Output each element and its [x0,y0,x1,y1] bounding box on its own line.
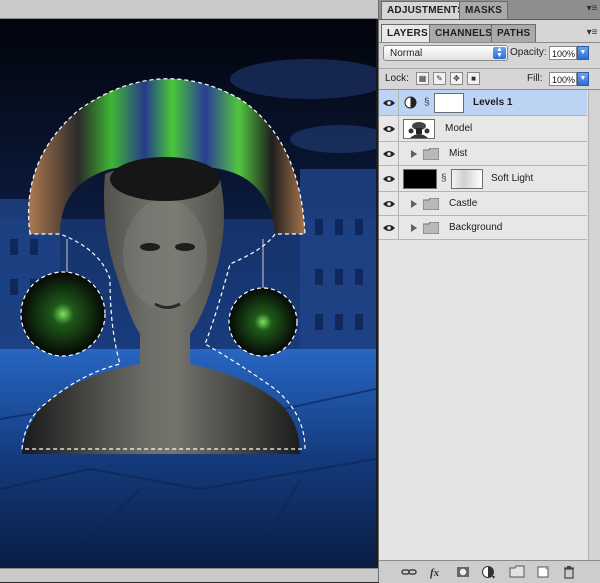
layers-menu-icon[interactable]: ▾≡ [586,27,598,39]
visibility-toggle[interactable] [379,192,399,215]
artwork-svg [0,19,376,569]
fill-input[interactable]: 100% [549,72,577,86]
eye-icon [382,125,395,132]
new-layer-icon[interactable] [535,564,551,580]
visibility-toggle[interactable] [379,142,399,165]
layer-row-castle[interactable]: Castle [379,192,587,216]
layers-scrollbar[interactable] [588,90,600,560]
panel-top-tabs: ADJUSTMENTS MASKS ▾≡ [379,0,600,20]
tab-masks[interactable]: MASKS [459,1,509,19]
opacity-dropdown-icon[interactable]: ▼ [577,46,589,60]
tab-channels[interactable]: CHANNELS [429,24,499,42]
layer-name: Mist [449,148,468,159]
layer-row-levels-1[interactable]: § Levels 1 [379,90,587,116]
canvas-top-bar [0,0,378,19]
lock-pixels-icon[interactable]: ✎ [433,72,446,85]
expand-triangle-icon[interactable] [411,200,417,208]
layer-thumbnail[interactable] [403,119,435,139]
layer-mask-thumbnail[interactable] [451,169,483,189]
fill-label: Fill: [527,73,543,84]
levels-adjustment-icon [404,96,417,109]
lock-label: Lock: [385,73,409,84]
folder-icon [423,198,439,210]
document-canvas[interactable] [0,0,378,582]
layer-mask-thumbnail[interactable] [434,93,464,113]
select-arrows-icon: ▲ ▼ [493,46,506,59]
lock-row: Lock: ▦ ✎ ✥ ■ Fill: 100% ▼ [379,68,600,89]
layer-name: Castle [449,198,478,209]
mask-icon[interactable] [455,564,471,580]
eye-icon [382,224,395,231]
blend-mode-value: Normal [390,48,423,59]
svg-text:fx: fx [430,567,440,579]
lock-all-icon[interactable]: ■ [467,72,480,85]
layer-name: Model [445,123,473,134]
eye-icon [382,150,395,157]
layer-thumbnail[interactable] [403,169,437,189]
trash-icon[interactable] [561,564,577,580]
link-icon[interactable] [401,564,417,580]
layer-name: Soft Light [491,173,534,184]
layers-panel: ADJUSTMENTS MASKS ▾≡ LAYERS CHANNELS PAT… [378,0,600,583]
folder-icon [423,148,439,160]
tab-paths[interactable]: PATHS [491,24,537,42]
expand-triangle-icon[interactable] [411,150,417,158]
visibility-toggle[interactable] [379,216,399,239]
opacity-label: Opacity: [510,47,547,58]
lock-position-icon[interactable]: ✥ [450,72,463,85]
layer-tabs: LAYERS CHANNELS PATHS ▾≡ [379,24,600,43]
eye-icon [382,175,395,182]
tab-adjustments[interactable]: ADJUSTMENTS [381,1,471,19]
visibility-toggle[interactable] [379,116,399,141]
canvas-bottom-bar [0,568,378,582]
visibility-toggle[interactable] [379,166,399,191]
svg-text:▾: ▾ [492,575,495,580]
blend-mode-select[interactable]: Normal ▲ ▼ [383,45,508,61]
layers-bottom-toolbar: fx ▾ [379,560,600,583]
panel-menu-icon[interactable]: ▾≡ [586,3,598,15]
fill-dropdown-icon[interactable]: ▼ [577,72,589,86]
fx-icon[interactable]: fx [429,564,445,580]
chain-link-icon: § [424,97,430,108]
artwork-image[interactable] [0,19,376,569]
folder-icon [423,222,439,234]
lock-transparent-icon[interactable]: ▦ [416,72,429,85]
adjustment-icon[interactable]: ▾ [481,564,497,580]
model-thumbnail-icon [408,122,430,138]
eye-icon [382,200,395,207]
layer-name: Background [449,222,503,233]
tab-layers[interactable]: LAYERS [381,24,434,42]
layers-list: § Levels 1 Model Mist § Soft Light Castl… [379,89,600,560]
layer-row-soft-light[interactable]: § Soft Light [379,166,587,192]
folder-icon[interactable] [509,564,525,580]
layer-row-mist[interactable]: Mist [379,142,587,166]
chain-link-icon: § [441,173,447,184]
visibility-toggle[interactable] [379,90,399,115]
layer-row-background[interactable]: Background [379,216,587,240]
layer-name: Levels 1 [473,97,513,108]
eye-icon [382,99,395,106]
opacity-input[interactable]: 100% [549,46,577,60]
blend-row: Normal ▲ ▼ Opacity: 100% ▼ [379,43,600,65]
expand-triangle-icon[interactable] [411,224,417,232]
layer-row-model[interactable]: Model [379,116,587,142]
